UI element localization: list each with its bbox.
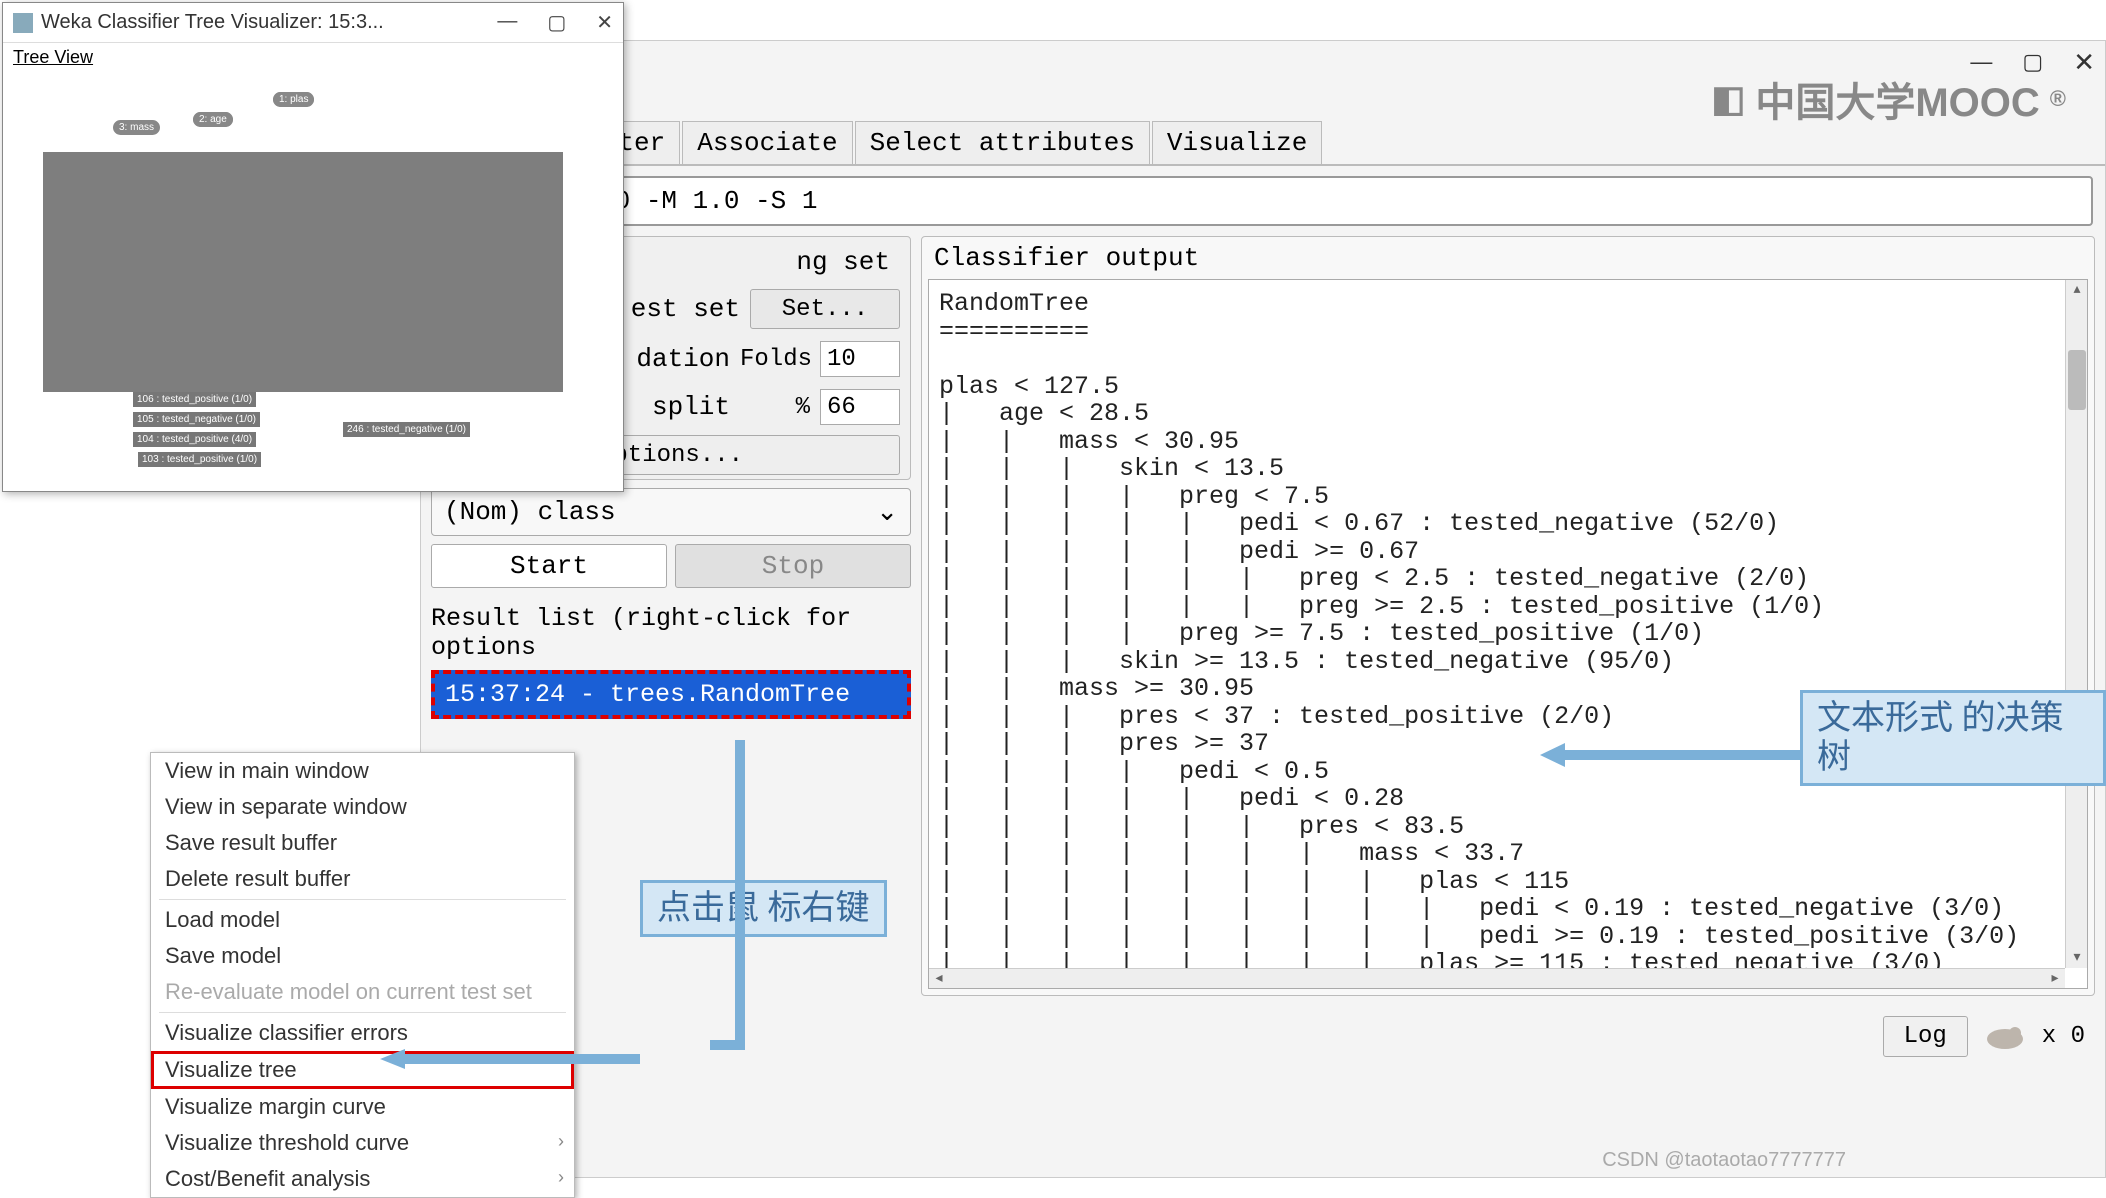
output-label: Classifier output [922, 237, 2094, 279]
ctx-visualize-margin[interactable]: Visualize margin curve [151, 1089, 574, 1125]
tree-leaf[interactable]: 106 : tested_positive (1/0) [133, 392, 256, 407]
tree-titlebar[interactable]: Weka Classifier Tree Visualizer: 15:3...… [3, 3, 623, 43]
ctx-view-separate[interactable]: View in separate window [151, 789, 574, 825]
tree-leaf[interactable]: 246 : tested_negative (1/0) [343, 422, 470, 437]
tree-visualizer-window: Weka Classifier Tree Visualizer: 15:3...… [2, 2, 624, 492]
chevron-right-icon: › [558, 1131, 564, 1152]
scroll-right-icon[interactable]: ▸ [2045, 969, 2065, 989]
ctx-save-model[interactable]: Save model [151, 938, 574, 974]
ctx-visualize-threshold[interactable]: Visualize threshold curve › [151, 1125, 574, 1161]
class-attribute-label: (Nom) class [444, 497, 616, 527]
folds-input[interactable] [820, 341, 900, 377]
chevron-down-icon: ⌄ [876, 497, 898, 528]
scroll-down-icon[interactable]: ▾ [2066, 948, 2088, 968]
scroll-left-icon[interactable]: ◂ [929, 969, 949, 989]
ctx-label: Visualize threshold curve [165, 1130, 409, 1155]
app-icon [13, 13, 33, 33]
tree-window-title: Weka Classifier Tree Visualizer: 15:3... [41, 11, 497, 34]
tree-leaf[interactable]: 105 : tested_negative (1/0) [133, 412, 260, 427]
horizontal-scrollbar[interactable]: ◂ ▸ [929, 968, 2065, 988]
arrow-to-visualize-tree [380, 1049, 640, 1069]
watermark-text: 中国大学MOOC [1755, 70, 2039, 128]
output-content: RandomTree ========== plas < 127.5 | age… [929, 280, 2087, 988]
vertical-scrollbar[interactable]: ▴ ▾ [2065, 280, 2087, 968]
tree-node-overlay[interactable]: 2: age [193, 112, 233, 127]
arrow-to-output [1540, 740, 1800, 770]
csdn-watermark: CSDN @taotaotao7777777 [1602, 1149, 1846, 1172]
scroll-up-icon[interactable]: ▴ [2066, 280, 2088, 300]
separator [159, 899, 566, 900]
tree-leaf[interactable]: 104 : tested_positive (4/0) [133, 432, 256, 447]
tab-visualize[interactable]: Visualize [1152, 121, 1322, 164]
stop-button: Stop [675, 544, 911, 588]
classifier-choice[interactable]: domTree -K 0 -M 1.0 -S 1 [433, 176, 2093, 226]
class-attribute-select[interactable]: (Nom) class ⌄ [431, 488, 911, 536]
ctx-cost-benefit[interactable]: Cost/Benefit analysis › [151, 1161, 574, 1197]
result-list-label: Result list (right-click for options [431, 596, 911, 662]
output-panel: Classifier output RandomTree ========== … [921, 236, 2095, 996]
tab-associate[interactable]: Associate [682, 121, 852, 164]
percent-input[interactable] [820, 389, 900, 425]
output-textarea[interactable]: RandomTree ========== plas < 127.5 | age… [928, 279, 2088, 989]
tree-cluster [43, 152, 563, 392]
result-list-item[interactable]: 15:37:24 - trees.RandomTree [431, 670, 911, 719]
minimize-icon[interactable]: — [497, 10, 517, 35]
weka-bird-icon [1980, 1021, 2030, 1051]
annotation-text-tree: 文本形式 的决策树 [1800, 690, 2106, 786]
ctx-reevaluate: Re-evaluate model on current test set [151, 974, 574, 1010]
folds-label: Folds [740, 346, 820, 373]
ctx-visualize-errors[interactable]: Visualize classifier errors [151, 1015, 574, 1051]
start-button[interactable]: Start [431, 544, 667, 588]
ctx-load-model[interactable]: Load model [151, 902, 574, 938]
watermark: ◧ 中国大学MOOC ® [1711, 70, 2066, 128]
scroll-thumb[interactable] [2068, 350, 2086, 410]
mooc-logo-icon: ◧ [1711, 78, 1745, 120]
arrow-to-menu [710, 740, 770, 1070]
log-button[interactable]: Log [1883, 1016, 1968, 1057]
context-menu: View in main window View in separate win… [150, 752, 575, 1198]
tree-root-overlay[interactable]: 1: plas [273, 92, 314, 107]
status-bar: Log x 0 [421, 1006, 2105, 1067]
separator [159, 1012, 566, 1013]
tree-view-menu[interactable]: Tree View [3, 43, 623, 72]
maximize-icon[interactable]: ▢ [547, 10, 566, 35]
set-button[interactable]: Set... [750, 289, 900, 329]
close-icon[interactable]: ✕ [596, 10, 613, 35]
tree-node[interactable]: 3: mass [113, 120, 160, 135]
ctx-view-main[interactable]: View in main window [151, 753, 574, 789]
ctx-save-buffer[interactable]: Save result buffer [151, 825, 574, 861]
percent-label: % [740, 394, 820, 421]
tree-leaf[interactable]: 103 : tested_positive (1/0) [138, 452, 261, 467]
close-icon[interactable]: ✕ [2073, 47, 2095, 78]
tab-select-attributes[interactable]: Select attributes [855, 121, 1150, 164]
tree-canvas[interactable]: 1: plas 2: age 3: mass 103 : tested_posi… [3, 72, 623, 492]
status-count: x 0 [2042, 1023, 2085, 1050]
ctx-delete-buffer[interactable]: Delete result buffer [151, 861, 574, 897]
ctx-label: Cost/Benefit analysis [165, 1166, 370, 1191]
weka-explorer-window: — ▢ ✕ rer ssify Cluster Associate Select… [420, 40, 2106, 1178]
